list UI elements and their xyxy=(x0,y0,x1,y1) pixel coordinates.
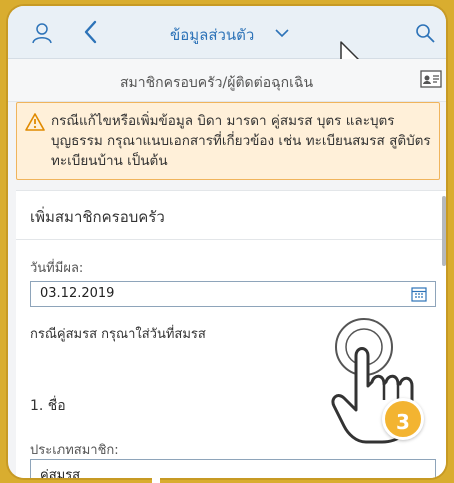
bottom-connector xyxy=(152,470,160,483)
subheader: สมาชิกครอบครัว/ผู้ติดต่อฉุกเฉิน xyxy=(8,59,446,102)
effective-date-label: วันที่มีผล: xyxy=(30,261,84,276)
member-type-value[interactable]: คู่สมรส xyxy=(40,464,80,478)
search-icon[interactable] xyxy=(414,22,436,44)
app-frame: ข้อมูลส่วนตัว สมาชิกครอบครัว/ผู้ติดต่อฉุ… xyxy=(8,6,446,478)
name-label: 1. ชื่อ xyxy=(30,398,66,414)
section-title: เพิ่มสมาชิกครอบครัว xyxy=(30,208,165,226)
effective-date-value[interactable]: 03.12.2019 xyxy=(40,286,114,301)
warning-banner: กรณีแก้ไขหรือเพิ่มข้อมูล บิดา มารดา คู่ส… xyxy=(16,102,440,180)
spouse-note: กรณีคู่สมรส กรุณาใส่วันที่สมรส xyxy=(30,327,206,342)
step-badge: 3 xyxy=(382,398,424,440)
warning-icon xyxy=(25,113,45,131)
top-bar: ข้อมูลส่วนตัว xyxy=(8,6,446,72)
subheader-title: สมาชิกครอบครัว/ผู้ติดต่อฉุกเฉิน xyxy=(120,75,314,91)
form-header: เพิ่มสมาชิกครอบครัว xyxy=(16,191,446,240)
page-title[interactable]: ข้อมูลส่วนตัว xyxy=(170,23,254,47)
back-icon[interactable] xyxy=(81,18,101,46)
id-card-icon[interactable] xyxy=(420,70,442,88)
scrollbar[interactable] xyxy=(442,196,446,266)
chevron-down-icon[interactable] xyxy=(275,28,289,38)
warning-text: กรณีแก้ไขหรือเพิ่มข้อมูล บิดา มารดา คู่ส… xyxy=(51,113,431,169)
calendar-icon[interactable] xyxy=(411,286,427,302)
member-type-label: ประเภทสมาชิก: xyxy=(30,443,119,458)
member-type-select[interactable]: คู่สมรส xyxy=(30,459,436,478)
effective-date-input[interactable]: 03.12.2019 xyxy=(30,281,436,307)
user-icon[interactable] xyxy=(30,21,54,45)
